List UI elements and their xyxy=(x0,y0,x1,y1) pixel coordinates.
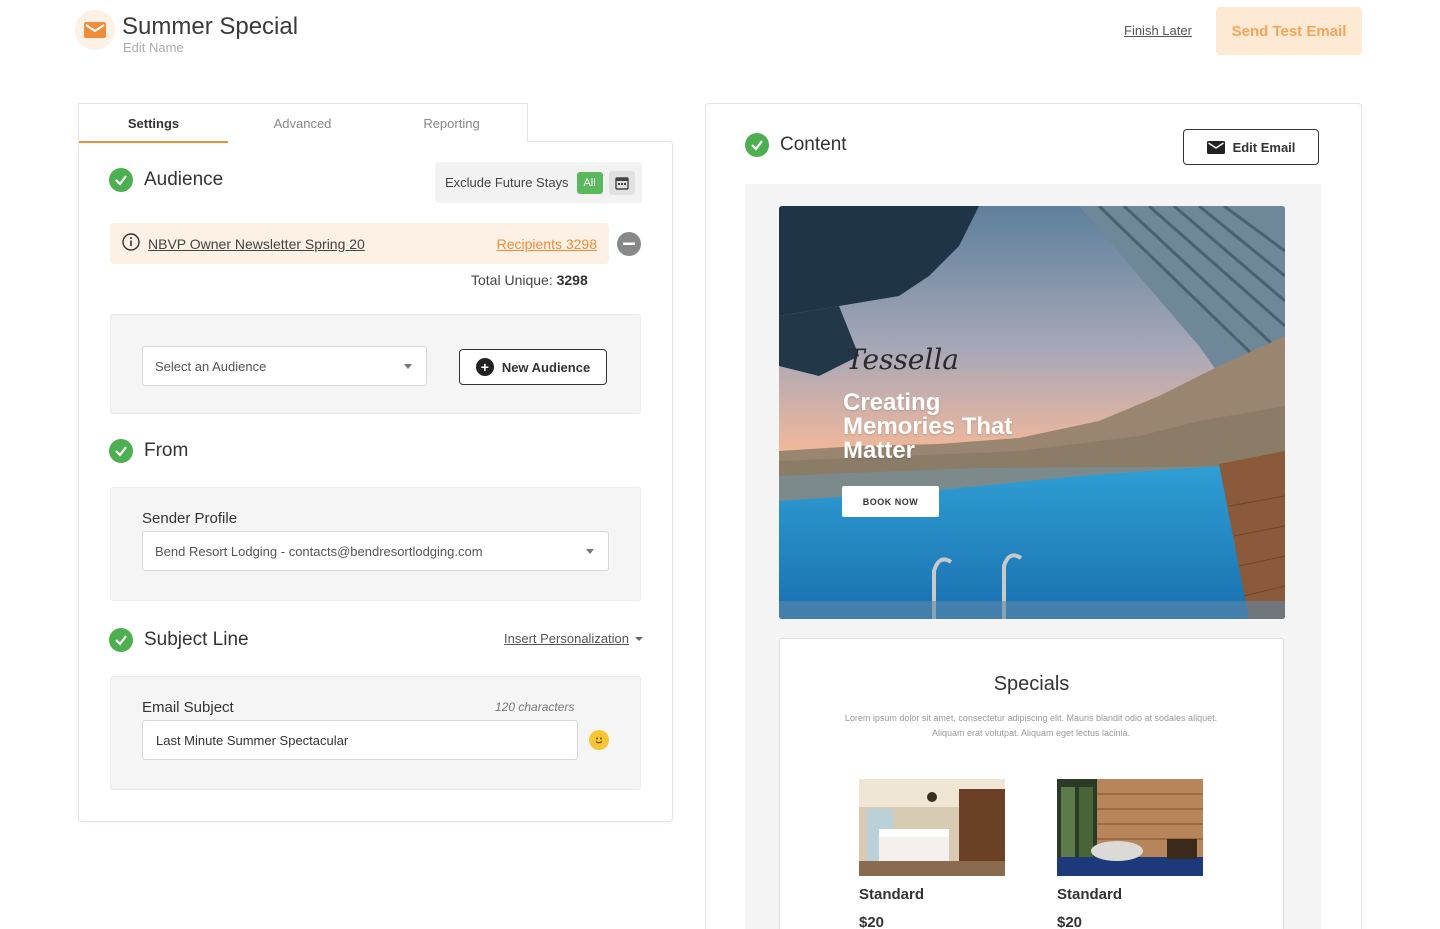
specials-description: Lorem ipsum dolor sit amet, consectetur … xyxy=(844,713,1218,738)
room-price: $20 xyxy=(859,914,885,929)
room-name: Standard xyxy=(1057,886,1123,903)
audience-select-placeholder: Select an Audience xyxy=(155,358,267,374)
insert-personalization-dropdown[interactable]: Insert Personalization xyxy=(504,631,629,646)
audience-heading: Audience xyxy=(144,169,224,190)
exclude-label: Exclude Future Stays xyxy=(445,175,569,190)
content-section-header: Content xyxy=(745,133,847,157)
tab-advanced[interactable]: Advanced xyxy=(228,104,377,143)
from-section-header: From xyxy=(109,439,188,463)
calendar-icon[interactable] xyxy=(608,170,635,195)
logo-mail-icon xyxy=(75,10,115,50)
check-icon xyxy=(109,439,133,463)
plus-circle-icon: + xyxy=(475,358,494,376)
room-price: $20 xyxy=(1057,914,1083,929)
remove-audience-icon[interactable] xyxy=(617,232,641,256)
audience-list-name[interactable]: NBVP Owner Newsletter Spring 20 xyxy=(148,236,365,252)
emoji-icon[interactable] xyxy=(589,730,609,750)
room-image xyxy=(859,779,1005,876)
char-count: 120 characters xyxy=(495,700,575,714)
content-heading: Content xyxy=(780,134,847,155)
room-image xyxy=(1057,779,1203,876)
chevron-down-icon xyxy=(404,364,412,369)
envelope-icon xyxy=(1206,140,1225,154)
audience-list-row: NBVP Owner Newsletter Spring 20 Recipien… xyxy=(110,223,609,264)
send-test-email-button[interactable]: Send Test Email xyxy=(1216,7,1362,55)
new-audience-label: New Audience xyxy=(501,359,591,375)
check-icon xyxy=(745,133,769,157)
subject-section-header: Subject Line xyxy=(109,628,249,652)
email-subject-label: Email Subject xyxy=(142,699,234,716)
total-unique-label: Total Unique: xyxy=(471,272,553,288)
edit-name-link[interactable]: Edit Name xyxy=(123,40,184,55)
hero-headline: Creating Memories That Matter xyxy=(843,389,1013,464)
room-name: Standard xyxy=(859,886,925,903)
new-audience-button[interactable]: + New Audience xyxy=(459,349,607,385)
total-unique: Total Unique: 3298 xyxy=(471,272,588,288)
check-icon xyxy=(109,628,133,652)
exclude-future-stays: Exclude Future Stays All xyxy=(435,162,642,203)
specials-title: Specials xyxy=(993,673,1070,695)
edit-email-button[interactable]: Edit Email xyxy=(1183,129,1319,165)
from-heading: From xyxy=(144,440,189,461)
info-icon xyxy=(122,233,140,254)
campaign-title: Summer Special xyxy=(122,13,299,40)
audience-section-header: Audience xyxy=(109,168,223,192)
chevron-down-icon xyxy=(586,549,594,554)
email-subject-value: Last Minute Summer Spectacular xyxy=(156,732,349,748)
sender-profile-value: Bend Resort Lodging - contacts@bendresor… xyxy=(155,543,483,559)
check-icon xyxy=(109,168,133,192)
settings-tabs: Settings Advanced Reporting xyxy=(78,103,528,143)
total-unique-value: 3298 xyxy=(556,272,588,288)
book-now-button[interactable]: BOOK NOW xyxy=(842,486,939,517)
finish-later-link[interactable]: Finish Later xyxy=(1124,23,1192,38)
sender-profile-select[interactable]: Bend Resort Lodging - contacts@bendresor… xyxy=(142,531,609,571)
audience-select[interactable]: Select an Audience xyxy=(142,346,427,386)
subject-heading: Subject Line xyxy=(144,629,249,650)
hero-brand: Tessella xyxy=(846,343,959,376)
recipients-count-link[interactable]: Recipients 3298 xyxy=(497,236,597,252)
caret-down-icon xyxy=(635,637,643,641)
sender-profile-label: Sender Profile xyxy=(142,510,238,527)
email-subject-input[interactable]: Last Minute Summer Spectacular xyxy=(142,720,578,760)
tab-settings[interactable]: Settings xyxy=(79,104,228,143)
tab-reporting[interactable]: Reporting xyxy=(377,104,526,143)
edit-email-label: Edit Email xyxy=(1232,139,1296,155)
exclude-all-toggle[interactable]: All xyxy=(576,171,603,194)
